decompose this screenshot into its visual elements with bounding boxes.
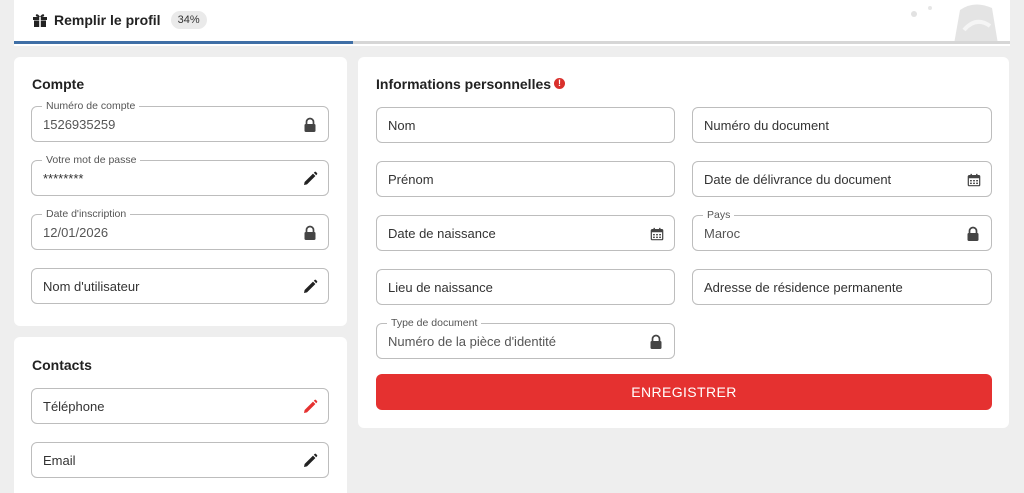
personal-info-title: Informations personnelles bbox=[376, 76, 552, 92]
username-placeholder: Nom d'utilisateur bbox=[43, 279, 140, 294]
contacts-card: Contacts Téléphone Email bbox=[14, 337, 347, 493]
password-value: ******** bbox=[43, 171, 84, 186]
lock-icon bbox=[302, 225, 318, 241]
username-field[interactable]: Nom d'utilisateur bbox=[31, 268, 329, 304]
pencil-icon[interactable] bbox=[302, 399, 318, 415]
progress-fill bbox=[14, 41, 353, 44]
password-label: Votre mot de passe bbox=[42, 154, 141, 166]
pencil-icon[interactable] bbox=[302, 171, 318, 187]
document-number-placeholder: Numéro du document bbox=[704, 118, 830, 133]
registration-date-field[interactable]: Date d'inscription 12/01/2026 bbox=[31, 208, 329, 250]
progress-badge: 34% bbox=[170, 11, 207, 29]
document-number-field[interactable]: Numéro du document bbox=[692, 107, 992, 143]
birth-date-placeholder: Date de naissance bbox=[388, 226, 496, 241]
gift-icon bbox=[33, 14, 47, 27]
country-field[interactable]: Pays Maroc bbox=[692, 209, 992, 251]
last-name-placeholder: Nom bbox=[388, 118, 416, 133]
document-issue-date-field[interactable]: Date de délivrance du document bbox=[692, 161, 992, 197]
registration-date-value: 12/01/2026 bbox=[43, 225, 109, 240]
birth-place-field[interactable]: Lieu de naissance bbox=[376, 269, 675, 305]
document-type-value: Numéro de la pièce d'identité bbox=[388, 334, 556, 349]
account-number-label: Numéro de compte bbox=[42, 100, 140, 112]
phone-placeholder: Téléphone bbox=[43, 399, 105, 414]
account-number-value: 1526935259 bbox=[43, 117, 116, 132]
document-type-field[interactable]: Type de document Numéro de la pièce d'id… bbox=[376, 317, 675, 359]
permanent-address-placeholder: Adresse de résidence permanente bbox=[704, 280, 903, 295]
country-value: Maroc bbox=[704, 226, 741, 241]
registration-date-label: Date d'inscription bbox=[42, 208, 131, 220]
phone-field[interactable]: Téléphone bbox=[31, 388, 329, 424]
account-title: Compte bbox=[32, 76, 85, 92]
page-title: Remplir le profil bbox=[54, 12, 161, 28]
pencil-icon[interactable] bbox=[302, 453, 318, 469]
lock-icon bbox=[302, 117, 318, 133]
profile-header: Remplir le profil 34% bbox=[32, 11, 207, 29]
first-name-placeholder: Prénom bbox=[388, 172, 434, 187]
email-placeholder: Email bbox=[43, 453, 76, 468]
progress-track bbox=[14, 41, 1010, 44]
birth-place-placeholder: Lieu de naissance bbox=[388, 280, 493, 295]
permanent-address-field[interactable]: Adresse de résidence permanente bbox=[692, 269, 992, 305]
document-type-label: Type de document bbox=[387, 317, 482, 329]
gift-decoration-icon bbox=[911, 4, 998, 44]
email-field[interactable]: Email bbox=[31, 442, 329, 478]
save-button[interactable]: ENREGISTRER bbox=[376, 374, 992, 410]
pencil-icon[interactable] bbox=[302, 279, 318, 295]
account-card: Compte Numéro de compte 1526935259 Votre… bbox=[14, 57, 347, 326]
profile-progress-bar[interactable]: Remplir le profil 34% bbox=[14, 0, 1010, 46]
country-label: Pays bbox=[703, 209, 735, 221]
password-field[interactable]: Votre mot de passe ******** bbox=[31, 154, 329, 196]
exclamation-icon: ! bbox=[554, 78, 565, 89]
contacts-title: Contacts bbox=[32, 357, 92, 373]
first-name-field[interactable]: Prénom bbox=[376, 161, 675, 197]
calendar-icon[interactable] bbox=[650, 227, 664, 241]
account-number-field[interactable]: Numéro de compte 1526935259 bbox=[31, 100, 329, 142]
last-name-field[interactable]: Nom bbox=[376, 107, 675, 143]
lock-icon bbox=[965, 226, 981, 242]
lock-icon bbox=[648, 334, 664, 350]
document-issue-date-placeholder: Date de délivrance du document bbox=[704, 172, 892, 187]
calendar-icon[interactable] bbox=[967, 173, 981, 187]
birth-date-field[interactable]: Date de naissance bbox=[376, 215, 675, 251]
